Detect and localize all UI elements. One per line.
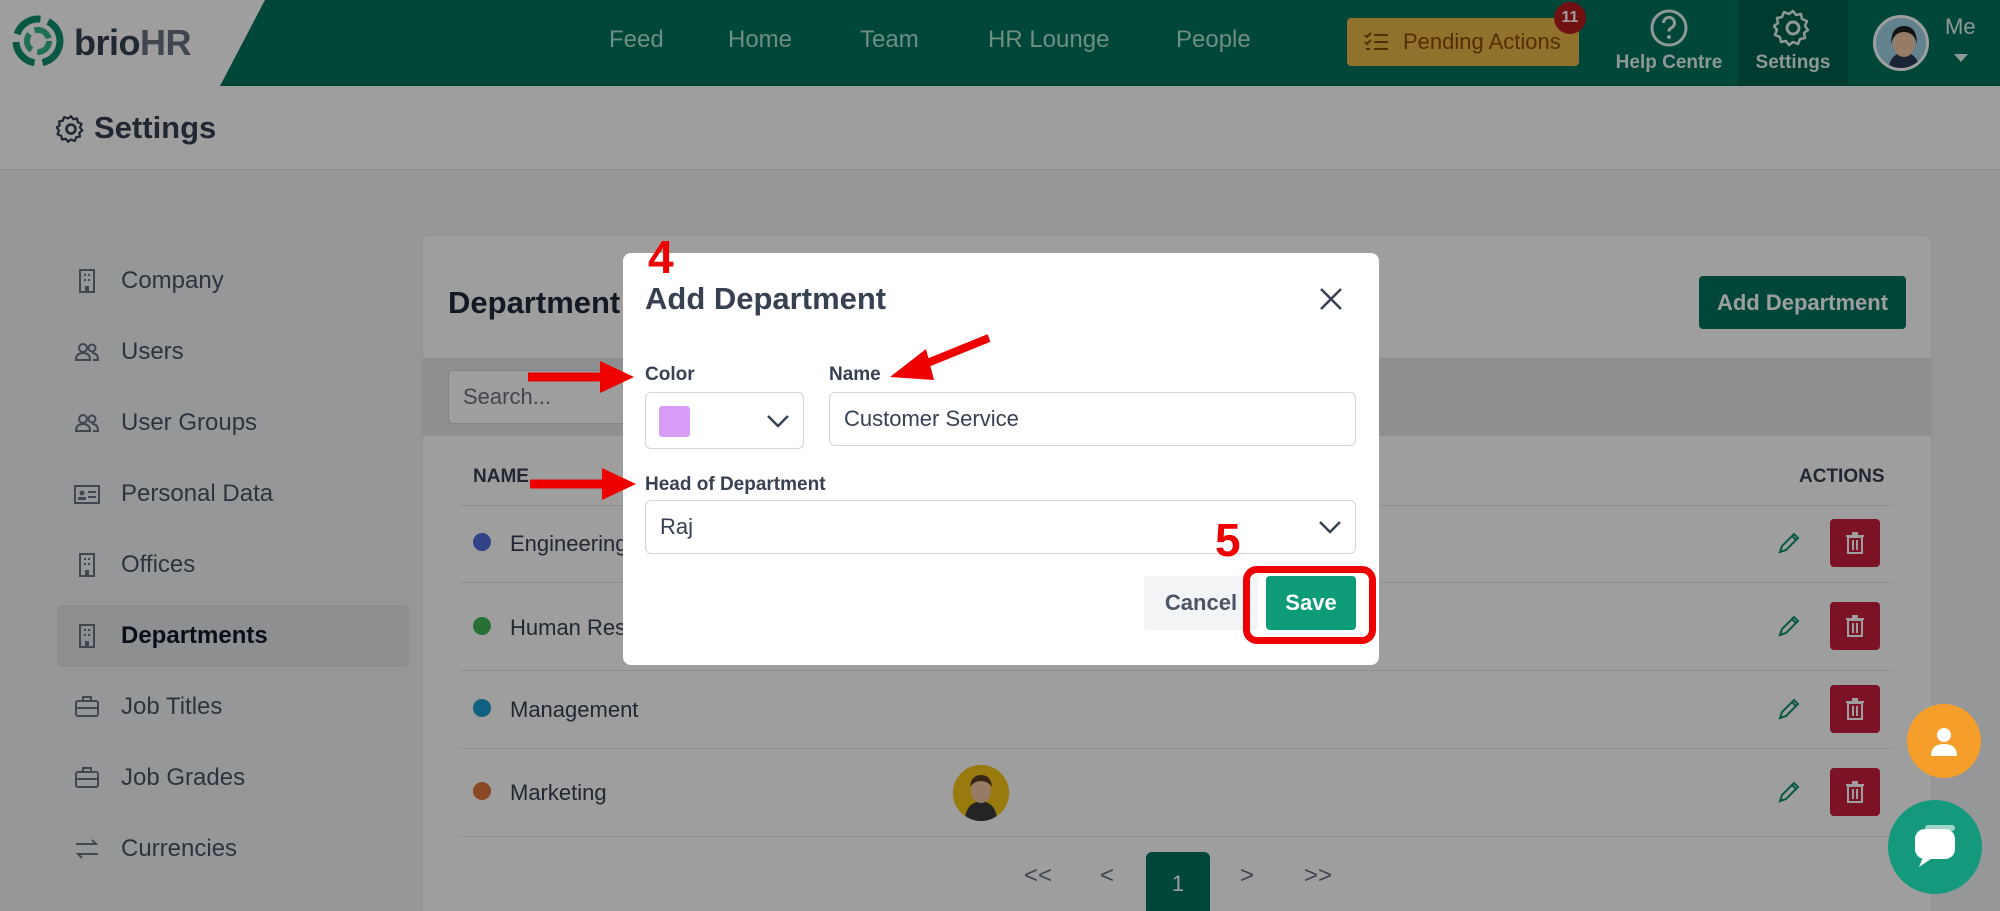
arrow-to-color-label [528, 361, 634, 393]
arrow-to-name-label [890, 334, 991, 380]
arrow-to-head-label [530, 468, 636, 500]
annotation-arrows [528, 334, 991, 500]
